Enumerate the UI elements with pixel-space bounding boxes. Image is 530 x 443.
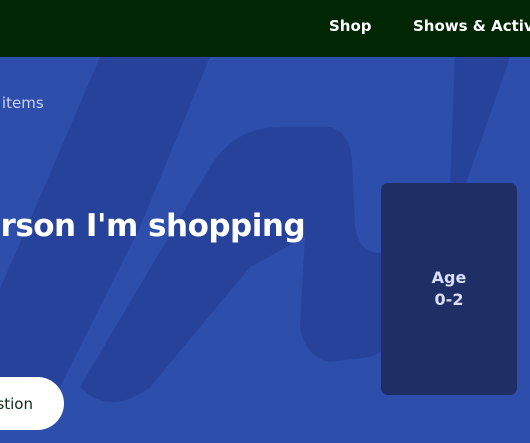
top-nav-bar: Shop Shows & Activiti [0, 0, 530, 57]
page-title: erson I'm shopping : [0, 200, 306, 304]
title-line-2: : [0, 252, 305, 304]
question-button[interactable]: stion [0, 377, 64, 430]
age-range: 0-2 [434, 290, 464, 309]
nav-link-shop[interactable]: Shop [329, 16, 372, 36]
breadcrumb[interactable]: l items [0, 93, 44, 113]
age-label: Age [431, 268, 467, 287]
hero-section: l items erson I'm shopping : stion Age 0… [0, 57, 530, 443]
nav-link-shows-activities[interactable]: Shows & Activiti [413, 16, 530, 36]
age-option-card[interactable]: Age 0-2 [381, 183, 517, 395]
title-line-1: erson I'm shopping [0, 207, 306, 244]
